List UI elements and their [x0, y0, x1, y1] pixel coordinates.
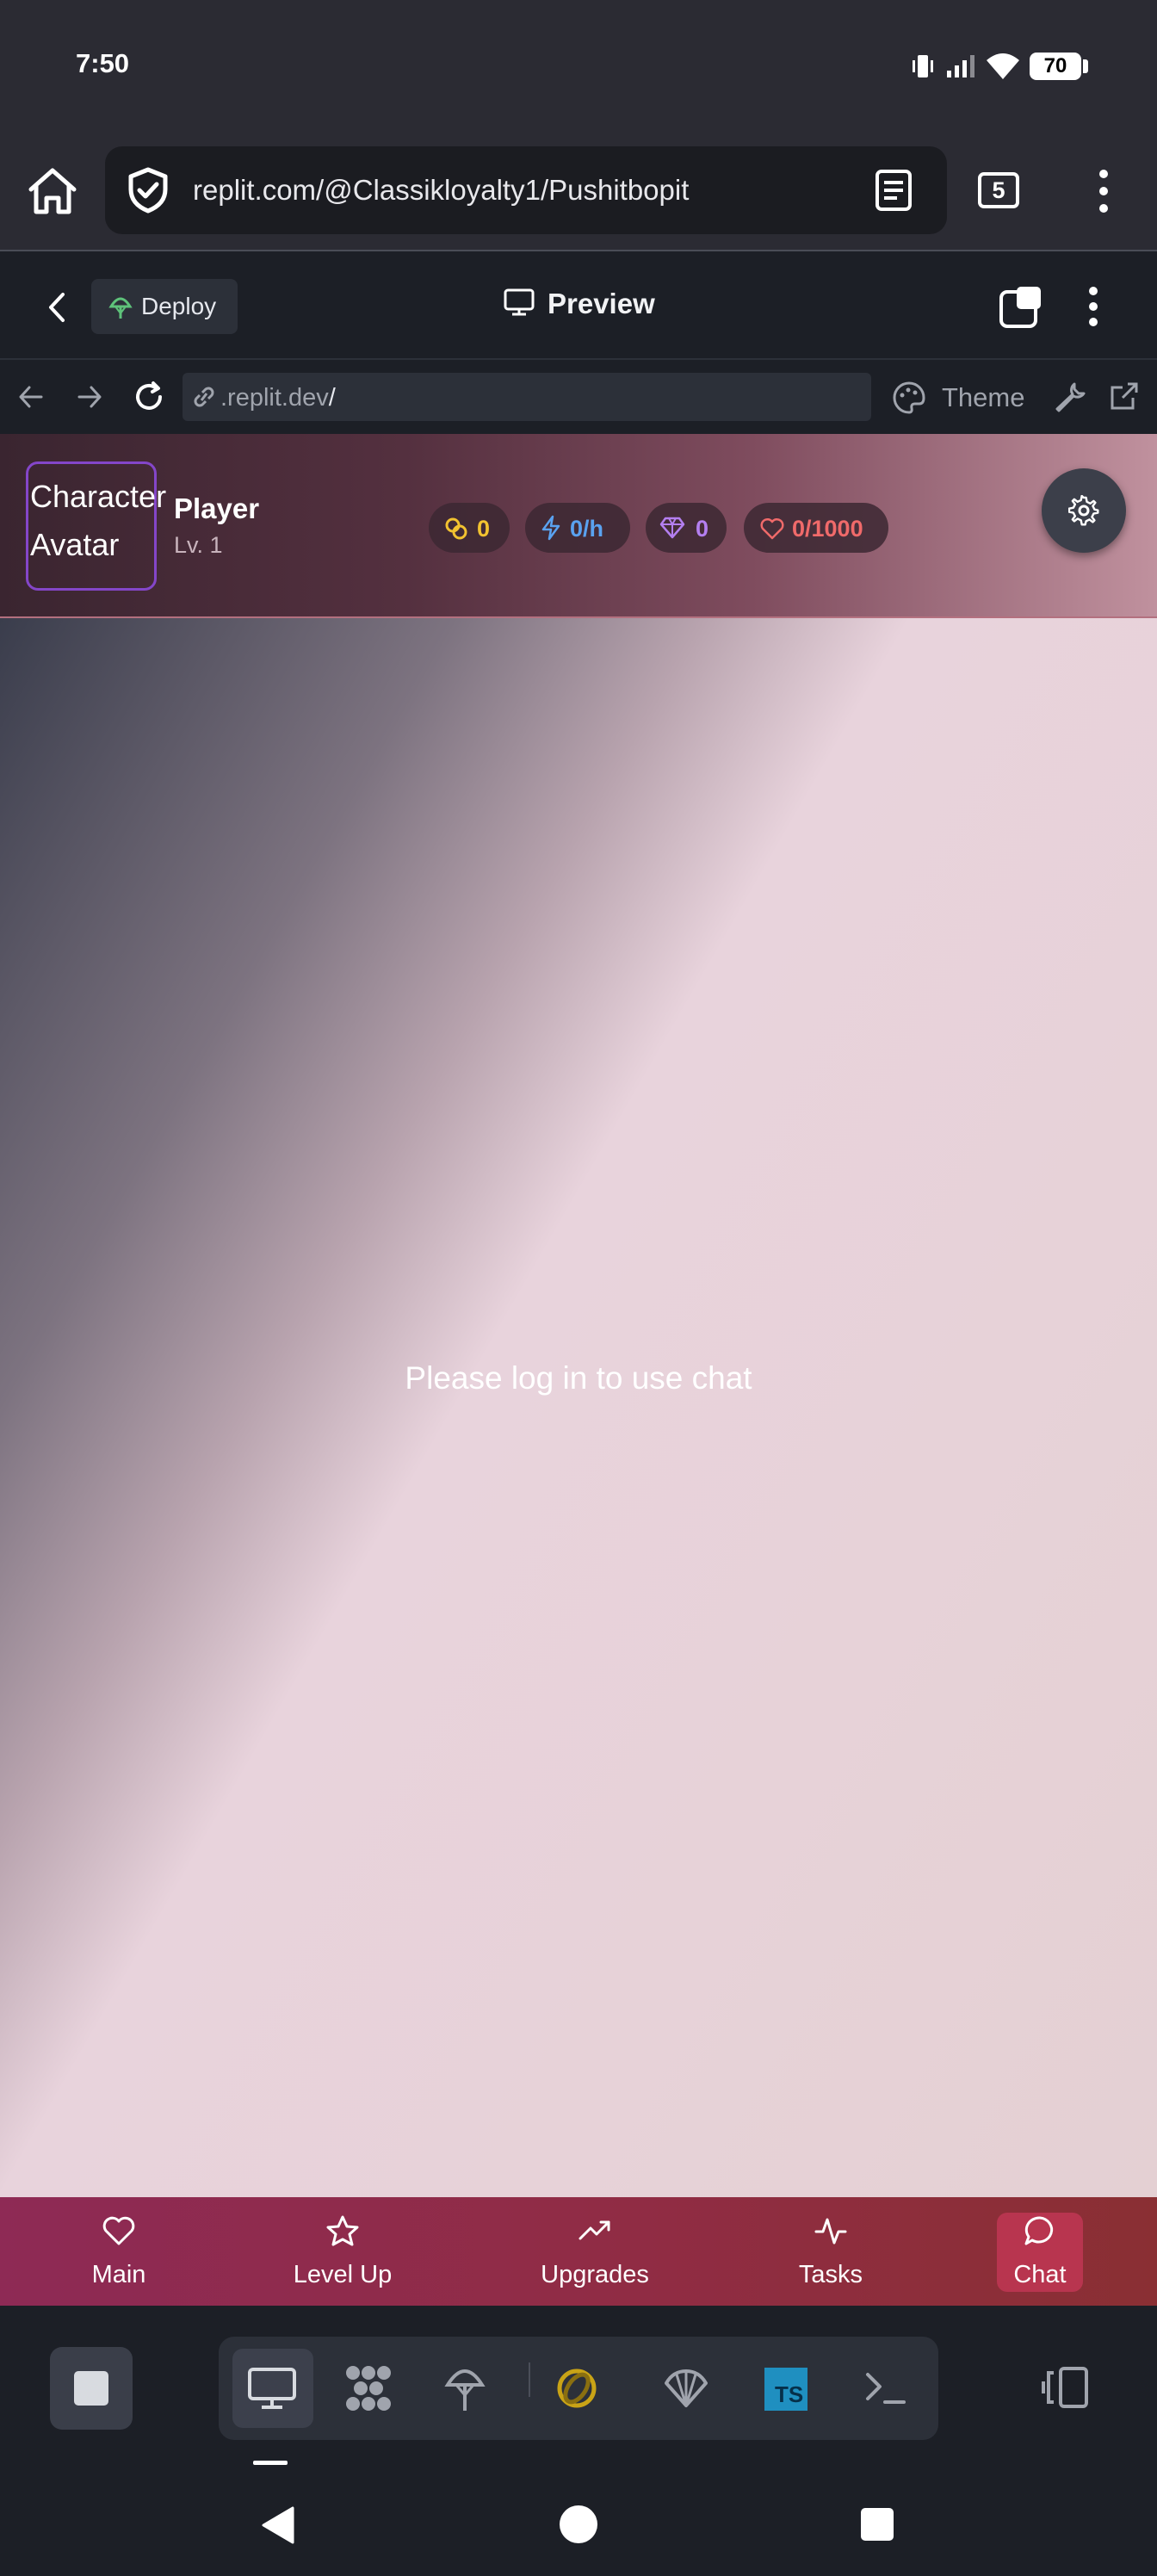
status-bar: 7:50 70 — [0, 0, 1157, 129]
tool-separator — [529, 2362, 530, 2397]
game-header: Character Avatar Player Lv. 1 0 0/h 0 0/1… — [0, 434, 1157, 618]
coins-stat: 0 — [429, 503, 510, 553]
home-icon[interactable] — [26, 167, 79, 215]
character-avatar[interactable]: Character Avatar — [26, 461, 166, 591]
nav-tasks[interactable]: Tasks — [779, 2197, 882, 2306]
shield-check-icon[interactable] — [127, 167, 169, 214]
back-icon[interactable] — [46, 291, 67, 324]
stop-button[interactable] — [50, 2347, 133, 2430]
star-icon — [325, 2214, 360, 2247]
signal-icon — [945, 53, 976, 79]
trending-up-icon — [578, 2214, 612, 2247]
android-navigation-bar — [0, 2469, 1157, 2576]
health-stat: 0/1000 — [744, 503, 888, 553]
deployments-icon[interactable] — [444, 2362, 486, 2414]
theme-button[interactable]: Theme — [942, 382, 1024, 413]
typescript-icon[interactable]: TS — [764, 2368, 807, 2411]
coins-icon — [444, 517, 468, 541]
wifi-icon — [985, 52, 1021, 81]
nav-chat[interactable]: Chat — [997, 2197, 1083, 2306]
heart-icon — [759, 517, 785, 541]
more-vert-icon[interactable] — [1095, 169, 1112, 214]
activity-icon — [814, 2214, 848, 2247]
deploy-label: Deploy — [141, 293, 217, 319]
arrow-left-icon[interactable] — [17, 384, 45, 410]
vibrate-icon — [911, 53, 935, 79]
python-icon[interactable] — [556, 2368, 597, 2409]
deploy-icon — [108, 294, 133, 320]
preview-label: Preview — [548, 288, 655, 319]
status-time: 7:50 — [76, 48, 130, 78]
webview-navigation-bar: .replit.dev/ Theme — [0, 360, 1157, 434]
gems-stat: 0 — [646, 503, 727, 553]
chat-panel: Please log in to use chat — [0, 618, 1157, 2197]
url-bar[interactable]: replit.com/@Classikloyalty1/Pushitbopit — [105, 146, 947, 234]
address-host: .replit.dev — [220, 384, 329, 412]
nav-main-label: Main — [91, 2261, 146, 2288]
tab-switcher-button[interactable]: 5 — [978, 172, 1019, 208]
settings-button[interactable] — [1042, 468, 1126, 553]
player-level: Lv. 1 — [174, 532, 223, 558]
energy-stat: 0/h — [525, 503, 630, 553]
replit-header: Deploy Preview — [0, 253, 1157, 360]
nav-tasks-label: Tasks — [798, 2261, 863, 2288]
wrench-icon[interactable] — [1054, 381, 1086, 413]
browser-toolbar: replit.com/@Classikloyalty1/Pushitbopit … — [0, 129, 1157, 251]
preview-address-text[interactable]: .replit.dev/ — [220, 384, 336, 412]
energy-value: 0/h — [570, 516, 604, 542]
refresh-icon[interactable] — [133, 381, 165, 413]
preview-address-field[interactable]: .replit.dev/ — [183, 373, 871, 421]
home-circle-icon[interactable] — [560, 2505, 597, 2543]
coins-value: 0 — [477, 516, 491, 542]
preview-icon[interactable] — [246, 2366, 298, 2411]
gems-value: 0 — [696, 516, 709, 542]
avatar-alt-text: Character Avatar — [30, 473, 166, 569]
url-text[interactable]: replit.com/@Classikloyalty1/Pushitbopit — [193, 174, 689, 207]
deploy-button[interactable]: Deploy — [91, 279, 238, 334]
arrow-right-icon[interactable] — [76, 384, 103, 410]
login-required-message: Please log in to use chat — [405, 1360, 752, 1396]
link-icon — [191, 385, 217, 409]
external-link-icon[interactable] — [1109, 381, 1140, 412]
typescript-label: TS — [775, 2381, 804, 2407]
recents-square-icon[interactable] — [861, 2508, 894, 2541]
palette-icon[interactable] — [892, 381, 926, 415]
nav-chat-label: Chat — [1013, 2261, 1067, 2288]
new-tab-icon[interactable] — [999, 284, 1045, 329]
monitor-icon — [503, 288, 535, 317]
gear-icon — [1068, 495, 1099, 526]
packages-icon[interactable] — [343, 2362, 394, 2414]
message-circle-icon — [1023, 2214, 1057, 2247]
avatar-alt-line1: Character — [30, 479, 167, 514]
game-bottom-nav: Main Level Up Upgrades Tasks Chat — [0, 2197, 1157, 2306]
nav-upgrades[interactable]: Upgrades — [530, 2197, 659, 2306]
reader-mode-icon[interactable] — [875, 169, 913, 212]
panel-layout-icon[interactable] — [1042, 2366, 1090, 2409]
gem-icon[interactable] — [663, 2368, 709, 2409]
back-triangle-icon[interactable] — [260, 2505, 296, 2545]
heart-icon — [102, 2214, 136, 2247]
nav-level-up[interactable]: Level Up — [282, 2197, 403, 2306]
stop-icon — [74, 2371, 108, 2406]
active-tool-indicator — [253, 2461, 288, 2465]
player-name: Player — [174, 492, 260, 524]
battery-tip — [1083, 59, 1088, 73]
avatar-alt-line2: Avatar — [30, 527, 120, 562]
nav-main[interactable]: Main — [67, 2197, 170, 2306]
gem-icon — [659, 517, 685, 539]
health-value: 0/1000 — [792, 516, 863, 542]
nav-upgrades-label: Upgrades — [541, 2261, 649, 2288]
battery-icon: 70 — [1030, 53, 1081, 80]
shell-icon[interactable] — [864, 2369, 907, 2407]
address-path: / — [328, 384, 336, 412]
tool-tabs: TS — [219, 2337, 938, 2440]
more-vert-icon[interactable] — [1086, 286, 1100, 327]
lightning-icon — [541, 515, 561, 541]
replit-tool-bar: TS — [0, 2306, 1157, 2469]
nav-level-up-label: Level Up — [293, 2261, 393, 2288]
